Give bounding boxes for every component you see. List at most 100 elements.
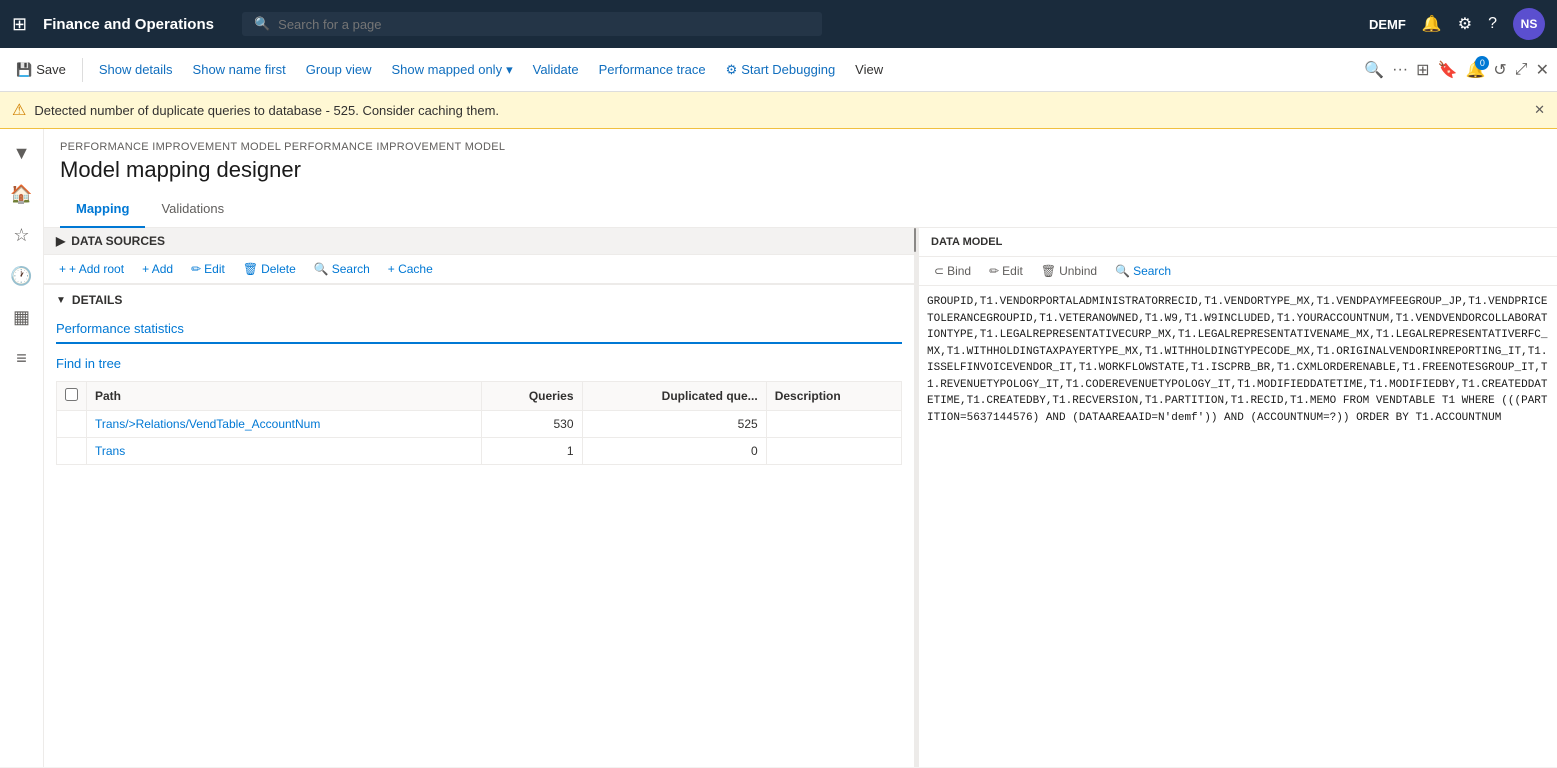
start-debugging-button[interactable]: ⚙ Start Debugging — [718, 58, 844, 82]
settings-icon[interactable]: ⚙ — [1458, 14, 1472, 34]
group-view-button[interactable]: Group view — [298, 58, 380, 81]
cache-button[interactable]: + Cache — [381, 259, 440, 279]
row2-path[interactable]: Trans — [87, 438, 482, 465]
right-pane: DATA MODEL ⊂ Bind ✏ Edit 🗑 Unbind — [919, 228, 1557, 767]
more-options-icon[interactable]: ··· — [1392, 61, 1408, 79]
delete-datasource-button[interactable]: 🗑 Delete — [236, 259, 303, 279]
unbind-button[interactable]: 🗑 Unbind — [1034, 261, 1104, 281]
expand-icon[interactable]: ⤢ — [1515, 61, 1528, 79]
expand-datasources-icon[interactable]: ▶ — [56, 234, 65, 248]
select-all-checkbox[interactable] — [65, 388, 78, 401]
show-name-first-button[interactable]: Show name first — [185, 58, 294, 81]
list-icon[interactable]: ≡ — [10, 342, 33, 375]
top-navigation: ⊞ Finance and Operations 🔍 DEMF 🔔 ⚙ ? NS — [0, 0, 1557, 48]
page-header: PERFORMANCE IMPROVEMENT MODEL PERFORMANC… — [44, 129, 1557, 191]
table-icon[interactable]: ▦ — [7, 301, 36, 334]
find-in-tree-link[interactable]: Find in tree — [56, 356, 121, 371]
refresh-icon[interactable]: ↺ — [1493, 60, 1506, 80]
tab-mapping[interactable]: Mapping — [60, 191, 145, 228]
separator-1 — [82, 58, 83, 82]
edit-datamodel-button[interactable]: ✏ Edit — [982, 261, 1030, 281]
perf-stats-tab[interactable]: Performance statistics — [56, 315, 184, 344]
help-icon[interactable]: ? — [1488, 15, 1497, 33]
col-duplicated: Duplicated que... — [582, 382, 766, 411]
close-icon[interactable]: ✕ — [1536, 60, 1549, 80]
add-root-icon: + — [59, 262, 66, 276]
col-description: Description — [766, 382, 901, 411]
save-button[interactable]: 💾 Save — [8, 58, 74, 82]
bind-icon: ⊂ — [934, 264, 944, 278]
warning-icon: ⚠ — [12, 100, 26, 120]
tab-validations[interactable]: Validations — [145, 191, 240, 228]
warning-close-icon[interactable]: ✕ — [1534, 102, 1545, 118]
toolbar-right: 🔍 ··· ⊞ 🔖 🔔 0 ↺ ⤢ ✕ — [1364, 60, 1549, 80]
grid-icon[interactable]: ⊞ — [12, 14, 27, 35]
add-button[interactable]: + Add — [135, 259, 180, 279]
performance-trace-button[interactable]: Performance trace — [591, 58, 714, 81]
col-check — [57, 382, 87, 411]
split-container: ▶ DATA SOURCES + + Add root + Add ✏ — [44, 228, 1557, 767]
save-icon: 💾 — [16, 62, 32, 78]
sql-text: GROUPID,T1.VENDORPORTALADMINISTRATORRECI… — [927, 294, 1549, 426]
collapse-details-icon: ▼ — [56, 295, 66, 306]
row1-path-link[interactable]: Trans/>Relations/VendTable_AccountNum — [95, 417, 320, 431]
page-title: Model mapping designer — [60, 157, 1541, 183]
data-sources-label: DATA SOURCES — [71, 234, 165, 248]
add-root-button[interactable]: + + Add root — [52, 259, 131, 279]
row2-description — [766, 438, 901, 465]
table-header-row: Path Queries Duplicated que... Descripti… — [57, 382, 902, 411]
search-toolbar-icon[interactable]: 🔍 — [1364, 60, 1384, 80]
data-sources-toolbar: + + Add root + Add ✏ Edit 🗑 Delete — [44, 255, 914, 284]
main-area: ▼ 🏠 ☆ 🕐 ▦ ≡ PERFORMANCE IMPROVEMENT MODE… — [0, 129, 1557, 767]
warning-banner: ⚠ Detected number of duplicate queries t… — [0, 92, 1557, 129]
avatar[interactable]: NS — [1513, 8, 1545, 40]
tab-bar: Mapping Validations — [44, 191, 1557, 228]
sql-content-area[interactable]: GROUPID,T1.VENDORPORTALADMINISTRATORRECI… — [919, 286, 1557, 767]
divider-handle — [914, 228, 916, 252]
details-label: DETAILS — [72, 293, 122, 307]
search-input[interactable] — [278, 17, 810, 32]
search-ds-icon: 🔍 — [314, 262, 329, 276]
bell-icon[interactable]: 🔔 — [1422, 14, 1442, 34]
table-row: Trans 1 0 — [57, 438, 902, 465]
edit-dm-icon: ✏ — [989, 264, 999, 278]
show-mapped-only-dropdown[interactable]: Show mapped only ▾ — [384, 58, 521, 82]
row2-duplicated: 0 — [582, 438, 766, 465]
details-header[interactable]: ▼ DETAILS — [56, 293, 902, 307]
row1-duplicated: 525 — [582, 411, 766, 438]
bookmark-icon[interactable]: 🔖 — [1438, 60, 1458, 80]
search-datasource-button[interactable]: 🔍 Search — [307, 259, 377, 279]
search-icon: 🔍 — [254, 16, 270, 32]
row2-queries: 1 — [481, 438, 582, 465]
table-row: Trans/>Relations/VendTable_AccountNum 53… — [57, 411, 902, 438]
edit-datasource-button[interactable]: ✏ Edit — [184, 259, 232, 279]
filter-icon[interactable]: ▼ — [7, 137, 37, 170]
delete-icon: 🗑 — [243, 262, 258, 276]
edit-icon: ✏ — [191, 262, 201, 276]
data-model-toolbar: ⊂ Bind ✏ Edit 🗑 Unbind 🔍 Search — [919, 257, 1557, 286]
grid-view-icon[interactable]: ⊞ — [1416, 60, 1429, 80]
row1-description — [766, 411, 901, 438]
validate-button[interactable]: Validate — [525, 58, 587, 81]
data-sources-header: ▶ DATA SOURCES — [44, 228, 914, 255]
badge-button[interactable]: 🔔 0 — [1465, 60, 1485, 80]
show-details-button[interactable]: Show details — [91, 58, 181, 81]
row1-path[interactable]: Trans/>Relations/VendTable_AccountNum — [87, 411, 482, 438]
unbind-icon: 🗑 — [1041, 264, 1056, 278]
row2-check — [57, 438, 87, 465]
top-nav-right: DEMF 🔔 ⚙ ? NS — [1369, 8, 1545, 40]
home-icon[interactable]: 🏠 — [4, 178, 38, 211]
bind-button[interactable]: ⊂ Bind — [927, 261, 978, 281]
row2-path-link[interactable]: Trans — [95, 444, 125, 458]
star-icon[interactable]: ☆ — [7, 219, 35, 252]
view-button[interactable]: View — [847, 58, 891, 81]
performance-table: Path Queries Duplicated que... Descripti… — [56, 381, 902, 465]
details-section: ▼ DETAILS Performance statistics Find in… — [44, 285, 914, 767]
data-sources-section: ▶ DATA SOURCES + + Add root + Add ✏ — [44, 228, 914, 285]
show-mapped-only-button[interactable]: Show mapped only ▾ — [384, 58, 521, 82]
search-datamodel-button[interactable]: 🔍 Search — [1108, 261, 1178, 281]
global-search-bar[interactable]: 🔍 — [242, 12, 822, 36]
clock-icon[interactable]: 🕐 — [4, 260, 38, 293]
toolbar: 💾 Save Show details Show name first Grou… — [0, 48, 1557, 92]
notification-badge: 0 — [1475, 56, 1489, 70]
